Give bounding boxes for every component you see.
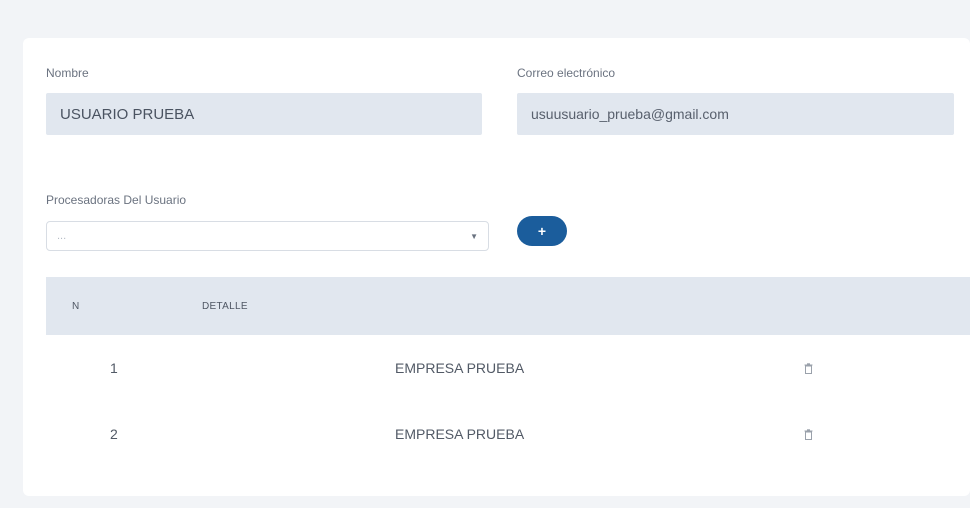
table-row: 2 EMPRESA PRUEBA [46, 401, 970, 467]
table-header: N DETALLE [46, 277, 970, 335]
row-detail: EMPRESA PRUEBA [395, 426, 525, 442]
header-n: N [72, 300, 80, 312]
processors-label: Procesadoras Del Usuario [46, 193, 187, 207]
plus-icon: + [537, 223, 547, 239]
email-field[interactable]: usuusuario_prueba@gmail.com [517, 93, 954, 135]
trash-icon[interactable] [804, 335, 813, 401]
row-detail: EMPRESA PRUEBA [395, 360, 525, 376]
processors-select-value: ... [57, 230, 67, 242]
row-number: 1 [110, 360, 118, 376]
chevron-down-icon: ▼ [470, 231, 478, 241]
name-label: Nombre [46, 66, 89, 80]
email-value: usuusuario_prueba@gmail.com [531, 106, 729, 122]
row-number: 2 [110, 426, 118, 442]
trash-icon[interactable] [804, 401, 813, 467]
user-form-card: Nombre USUARIO PRUEBA Correo electrónico… [23, 38, 970, 496]
processors-select[interactable]: ... ▼ [46, 221, 489, 251]
add-processor-button[interactable]: + [517, 216, 567, 246]
email-label: Correo electrónico [517, 66, 616, 80]
name-field[interactable]: USUARIO PRUEBA [46, 93, 482, 135]
name-value: USUARIO PRUEBA [60, 105, 195, 123]
table-row: 1 EMPRESA PRUEBA [46, 335, 970, 401]
processors-table: N DETALLE 1 EMPRESA PRUEBA 2 EMPRESA PRU… [46, 277, 970, 467]
header-detalle: DETALLE [202, 300, 248, 312]
